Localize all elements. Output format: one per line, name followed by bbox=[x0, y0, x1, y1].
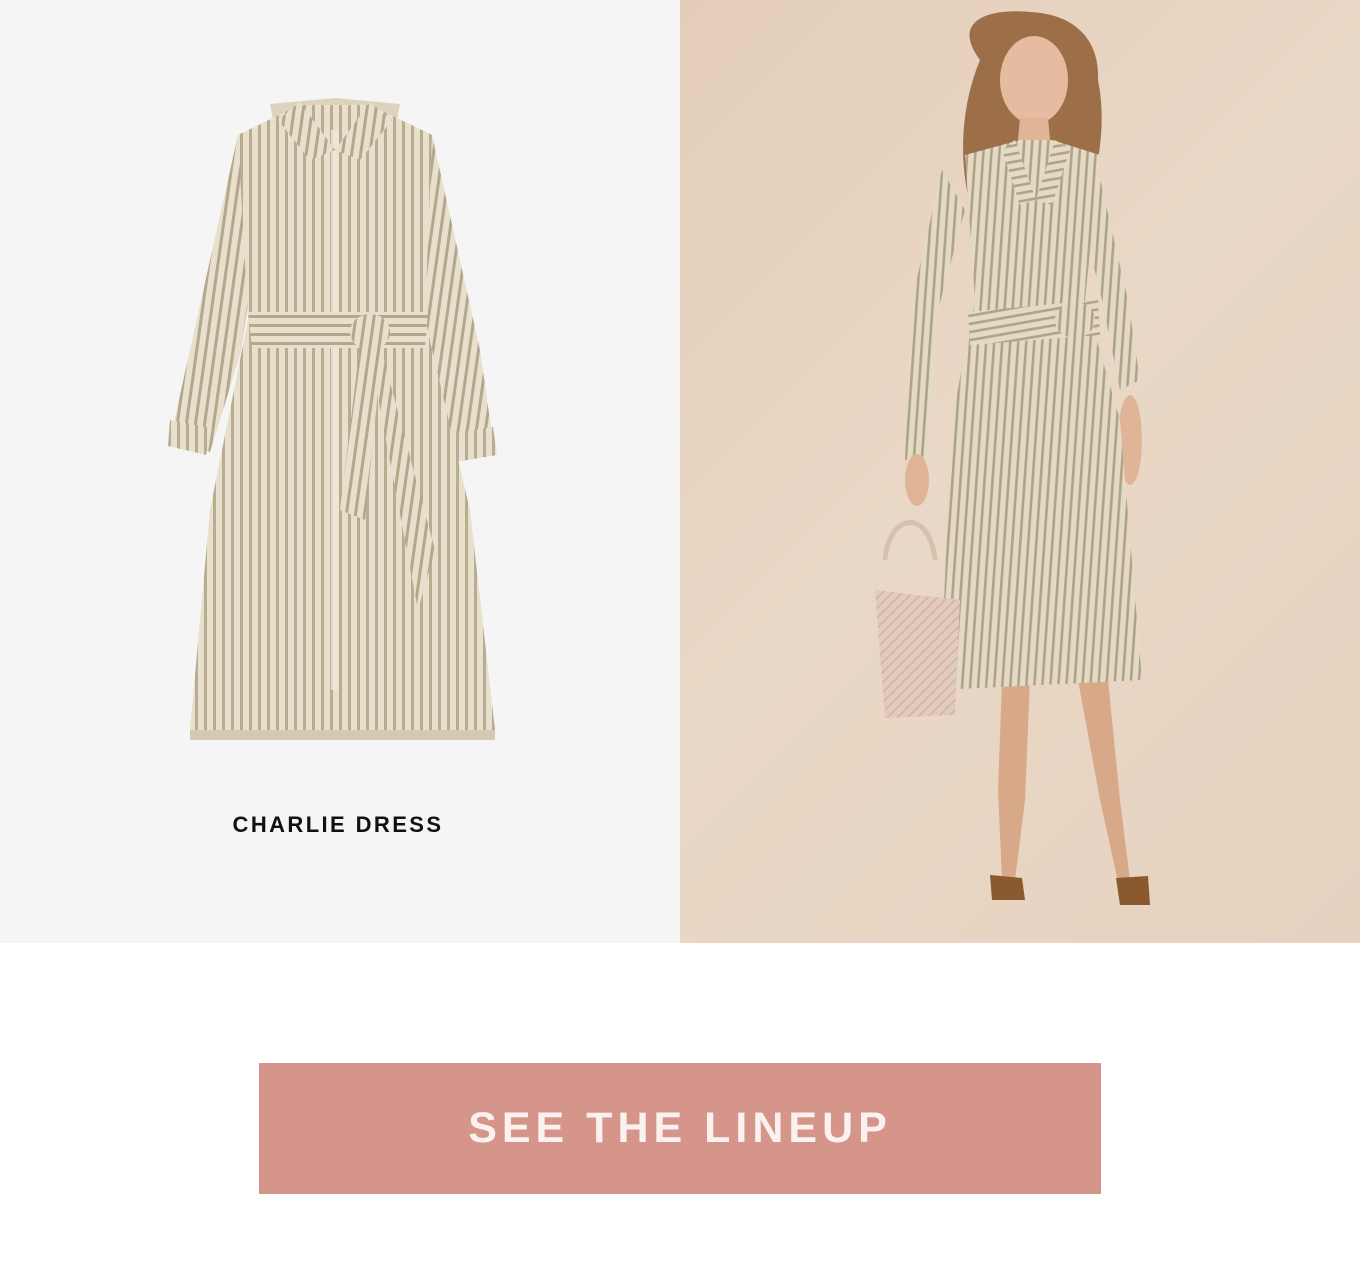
see-lineup-button[interactable]: SEE THE LINEUP bbox=[259, 1063, 1101, 1194]
product-panel[interactable]: CHARLIE DRESS bbox=[0, 0, 680, 943]
model-panel[interactable] bbox=[680, 0, 1360, 943]
hero-section: CHARLIE DRESS bbox=[0, 0, 1360, 943]
product-name[interactable]: CHARLIE DRESS bbox=[0, 812, 676, 838]
product-image[interactable] bbox=[150, 90, 530, 750]
model-image[interactable] bbox=[680, 0, 1360, 943]
